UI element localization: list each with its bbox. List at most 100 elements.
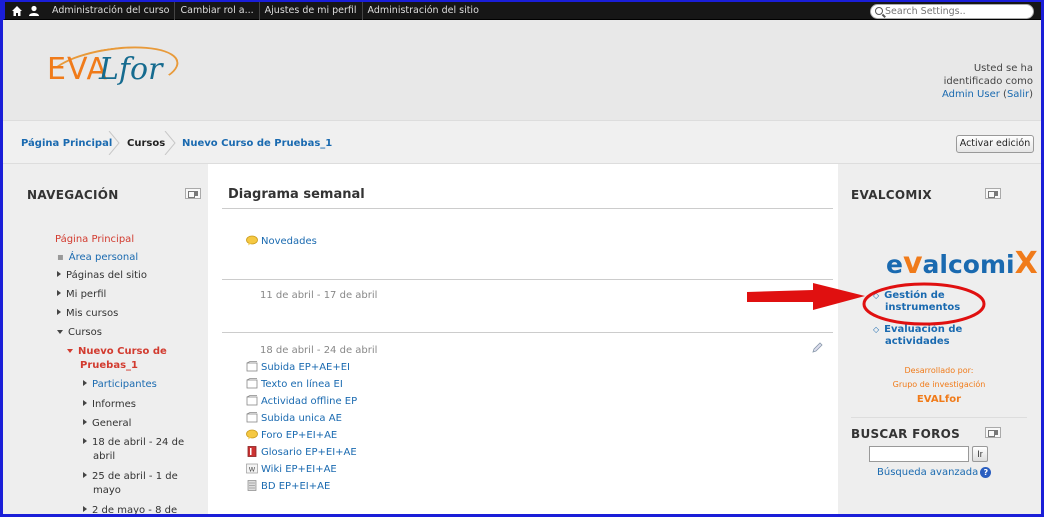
forum-search-input[interactable]	[869, 446, 969, 462]
activity-label: Actividad offline EP	[261, 396, 358, 407]
nav-reports[interactable]: Informes	[83, 399, 136, 410]
activity-item[interactable]: Texto en línea EI	[246, 378, 343, 392]
evalcomix-logo-middle: alcomi	[922, 250, 1015, 279]
edit-summary-icon[interactable]	[811, 341, 824, 354]
database-icon	[247, 480, 257, 491]
dock-icon[interactable]	[185, 188, 201, 199]
advanced-search-link[interactable]: Búsqueda avanzada?	[877, 467, 992, 479]
breadcrumb-course[interactable]: Nuevo Curso de Pruebas_1	[182, 138, 332, 149]
nav-my-profile[interactable]: Mi perfil	[57, 289, 106, 300]
activity-label: Texto en línea EI	[261, 379, 343, 390]
evalcomix-title: EVALCOMIX	[851, 188, 932, 202]
collapse-icon	[67, 349, 73, 353]
main-area: NAVEGACIÓN Página Principal ▪ Área person…	[3, 164, 1041, 514]
nav-site-pages[interactable]: Páginas del sitio	[57, 270, 147, 281]
logout-bracket-open: (	[999, 89, 1007, 100]
nav-week-1[interactable]: 18 de abril - 24 de	[83, 437, 184, 448]
expand-icon	[83, 506, 87, 512]
nav-reports-label: Informes	[92, 399, 136, 410]
evalfor-logo[interactable]: EVA Lfor	[44, 39, 187, 103]
nav-week-1-label-2[interactable]: abril	[93, 451, 115, 462]
user-icon[interactable]	[28, 5, 40, 17]
evalcomix-logo-x: X	[1014, 246, 1038, 281]
nav-current-course-label-1: Nuevo Curso de	[78, 346, 167, 357]
turn-editing-on-button[interactable]: Activar edición	[956, 135, 1034, 153]
activity-item[interactable]: Actividad offline EP	[246, 395, 357, 409]
nav-dashboard[interactable]: ▪ Área personal	[57, 252, 138, 263]
nav-week-2-label-2[interactable]: mayo	[93, 485, 121, 496]
upload-icon	[246, 361, 258, 372]
nav-home[interactable]: Página Principal	[55, 234, 134, 245]
forum-search-button[interactable]: Ir	[972, 446, 988, 462]
menu-switch-role[interactable]: Cambiar rol a...	[175, 2, 260, 20]
nav-my-courses-label: Mis cursos	[66, 308, 119, 319]
advanced-search-label: Búsqueda avanzada	[877, 467, 979, 478]
login-info: Usted se ha identificado como Admin User…	[933, 62, 1033, 101]
menu-site-admin[interactable]: Administración del sitio	[363, 2, 484, 20]
evalfor-link[interactable]: EVALfor	[841, 394, 1037, 405]
activity-item[interactable]: W Wiki EP+EI+AE	[246, 463, 337, 477]
nav-week-1-label: 18 de abril - 24 de	[92, 437, 185, 448]
course-content: Diagrama semanal Novedades 11 de abril -…	[208, 164, 838, 514]
login-line-1: Usted se ha	[973, 63, 1033, 74]
logout-link[interactable]: Salir	[1007, 89, 1029, 100]
page-title: Diagrama semanal	[228, 187, 365, 202]
expand-icon	[83, 438, 87, 444]
section-divider	[222, 279, 833, 280]
nav-my-courses[interactable]: Mis cursos	[57, 308, 118, 319]
home-icon[interactable]	[11, 5, 23, 17]
navigation-title: NAVEGACIÓN	[27, 188, 119, 202]
nav-current-course-label-2[interactable]: Pruebas_1	[80, 360, 138, 371]
news-forum-link[interactable]: Novedades	[246, 235, 317, 249]
menu-course-admin[interactable]: Administración del curso	[47, 2, 176, 20]
nav-week-2[interactable]: 25 de abril - 1 de	[83, 471, 178, 482]
red-arrow-icon	[747, 283, 865, 310]
activity-item[interactable]: BD EP+EI+AE	[246, 480, 330, 494]
developed-by: Desarrollado por:	[904, 366, 974, 375]
evalcomix-logo-v: v	[902, 246, 923, 281]
menu-profile-settings[interactable]: Ajustes de mi perfil	[260, 2, 363, 20]
activity-label: Foro EP+EI+AE	[261, 430, 338, 441]
expand-icon	[57, 290, 61, 296]
breadcrumb-home[interactable]: Página Principal	[21, 138, 112, 149]
settings-search-input[interactable]	[885, 5, 1030, 18]
settings-search[interactable]	[870, 4, 1034, 19]
help-icon[interactable]: ?	[980, 467, 992, 478]
dock-icon[interactable]	[985, 427, 1001, 438]
nav-site-pages-label: Páginas del sitio	[66, 270, 147, 281]
activity-item[interactable]: Subida EP+AE+EI	[246, 361, 350, 375]
nav-courses-label: Cursos	[68, 327, 102, 338]
nav-week-2-label: 25 de abril - 1 de	[92, 471, 178, 482]
nav-current-course[interactable]: Nuevo Curso de	[67, 346, 167, 357]
bullet-icon: ▪	[57, 252, 64, 263]
nav-courses[interactable]: Cursos	[57, 327, 102, 338]
activity-label: Glosario EP+EI+AE	[261, 447, 357, 458]
upload-icon	[246, 395, 258, 406]
evalcomix-logo-e: e	[886, 250, 903, 279]
top-navbar: Administración del curso Cambiar rol a..…	[3, 0, 1041, 20]
red-circle-highlight	[862, 282, 986, 326]
glossary-icon	[247, 446, 257, 457]
dock-icon[interactable]	[985, 188, 1001, 199]
nav-participants[interactable]: Participantes	[83, 379, 157, 390]
user-profile-link[interactable]: Admin User	[942, 89, 1000, 100]
expand-icon	[83, 419, 87, 425]
nav-week-3[interactable]: 2 de mayo - 8 de	[83, 505, 177, 514]
expand-icon	[83, 472, 87, 478]
news-forum-label: Novedades	[261, 236, 317, 247]
activity-item[interactable]: Subida unica AE	[246, 412, 342, 426]
page-header: EVA Lfor Usted se ha identificado como A…	[3, 20, 1041, 120]
search-forums-title: BUSCAR FOROS	[851, 427, 961, 441]
activity-item[interactable]: Foro EP+EI+AE	[246, 429, 337, 443]
breadcrumb-courses[interactable]: Cursos	[127, 138, 165, 149]
nav-general-label: General	[92, 418, 132, 429]
evalcomix-logo: evalcomiX	[886, 246, 1038, 281]
expand-icon	[57, 309, 61, 315]
activity-label: BD EP+EI+AE	[261, 481, 331, 492]
expand-icon	[83, 400, 87, 406]
activity-item[interactable]: Glosario EP+EI+AE	[246, 446, 357, 460]
wiki-icon: W	[246, 463, 258, 474]
nav-general[interactable]: General	[83, 418, 131, 429]
breadcrumb-separator-icon	[108, 131, 120, 155]
login-line-2: identificado como	[943, 76, 1033, 87]
